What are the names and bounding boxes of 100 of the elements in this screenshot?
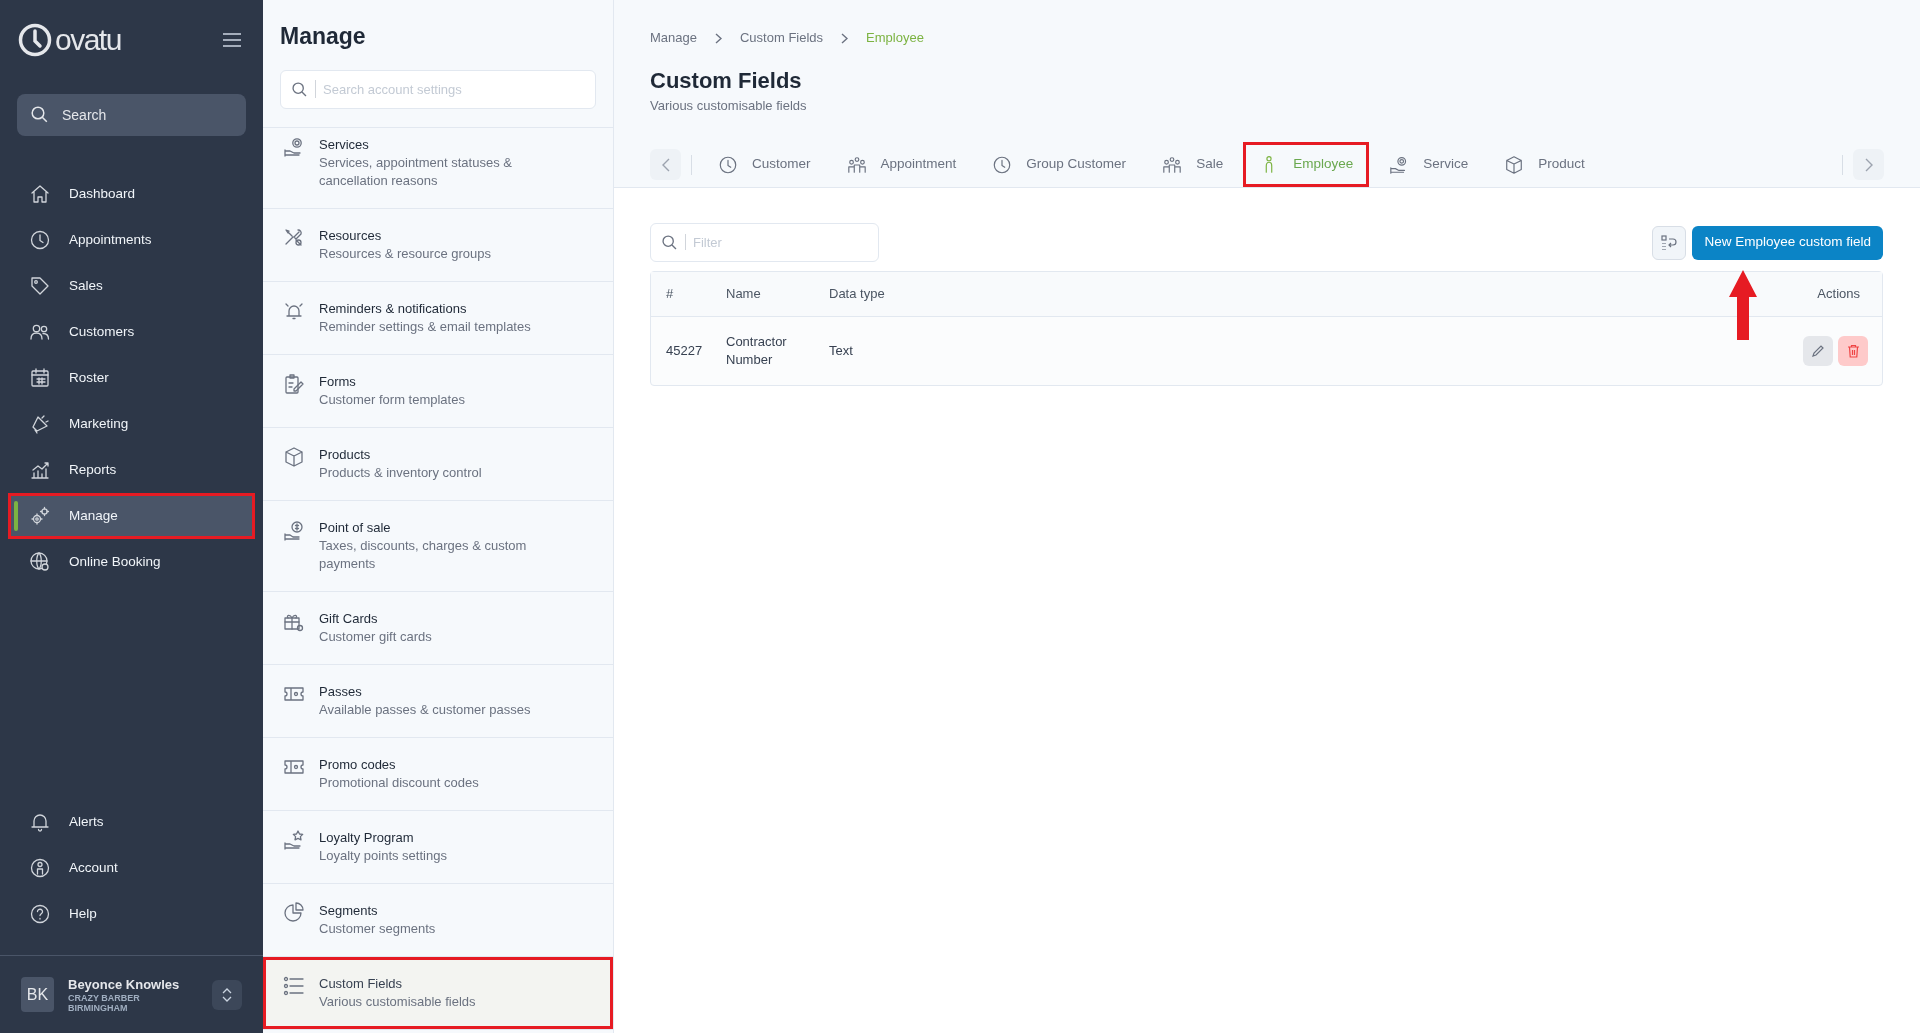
settings-item-title: Reminders & notifications bbox=[319, 300, 468, 318]
nav-item[interactable]: Dashboard bbox=[8, 171, 255, 217]
chevron-left-icon bbox=[661, 157, 670, 172]
nav-item[interactable]: Reports bbox=[8, 447, 255, 493]
settings-item-title: Point of sale bbox=[319, 519, 392, 537]
clock-icon bbox=[718, 154, 738, 175]
clock-icon bbox=[29, 229, 51, 251]
box-icon bbox=[283, 446, 305, 468]
column-header: Name bbox=[726, 286, 761, 302]
gears-icon bbox=[29, 505, 51, 527]
money-bag-icon bbox=[283, 519, 305, 541]
breadcrumb-link[interactable]: Manage bbox=[650, 28, 697, 48]
settings-item[interactable]: Custom Fields Various customisable fields bbox=[263, 957, 613, 1030]
nav-item[interactable]: Online Booking bbox=[8, 539, 255, 585]
table-cell-text: Contractor Number bbox=[726, 333, 788, 369]
settings-item-title: Loyalty Program bbox=[319, 829, 415, 847]
edit-button[interactable] bbox=[1803, 336, 1833, 366]
globe-gear-icon bbox=[29, 551, 51, 573]
search-field[interactable]: Search bbox=[17, 94, 246, 136]
settings-item[interactable]: Resources Resources & resource groups bbox=[263, 209, 613, 282]
reorder-button[interactable] bbox=[1652, 225, 1687, 260]
settings-item-title: Segments bbox=[319, 902, 379, 920]
settings-item-title: Passes bbox=[319, 683, 363, 701]
trash-icon bbox=[1846, 344, 1860, 358]
settings-item[interactable]: Point of sale Taxes, discounts, charges & custom payments bbox=[263, 501, 613, 592]
nav-item[interactable]: Marketing bbox=[8, 401, 255, 447]
nav-item[interactable]: Account bbox=[8, 845, 255, 891]
tab[interactable]: Sale bbox=[1146, 142, 1240, 187]
settings-item-description: Customer gift cards bbox=[319, 628, 433, 646]
settings-item-title: Products bbox=[319, 446, 372, 464]
settings-item-description: Various customisable fields bbox=[319, 993, 477, 1011]
settings-item-title: Custom Fields bbox=[319, 975, 404, 993]
business-name: CRAZY BARBER BIRMINGHAM bbox=[68, 992, 141, 1013]
active-indicator bbox=[14, 501, 18, 531]
chevron-right-icon bbox=[1864, 157, 1873, 172]
settings-item[interactable]: Segments Customer segments bbox=[263, 884, 613, 957]
nav-item[interactable]: Roster bbox=[8, 355, 255, 401]
table-cell-text: Text bbox=[829, 342, 854, 360]
settings-item-description: Services, appointment statuses & cancellation reasons bbox=[319, 154, 513, 190]
tab[interactable]: Group Customer bbox=[976, 142, 1143, 187]
account-switch-button[interactable] bbox=[212, 979, 242, 1010]
settings-item[interactable]: Promo codes Promotional discount codes bbox=[263, 738, 613, 811]
nav-item[interactable]: Appointments bbox=[8, 217, 255, 263]
user-avatar: BK bbox=[21, 977, 54, 1012]
tab[interactable]: Product bbox=[1488, 142, 1601, 187]
chevron-right-icon bbox=[841, 32, 849, 44]
box-icon bbox=[1504, 154, 1525, 175]
settings-item[interactable]: Products Products & inventory control bbox=[263, 428, 613, 501]
settings-item-description: Promotional discount codes bbox=[319, 774, 480, 792]
settings-item[interactable]: Reminders & notifications Reminder settings & email templates bbox=[263, 282, 613, 355]
settings-item[interactable]: Gift Cards Customer gift cards bbox=[263, 592, 613, 665]
clipboard-icon bbox=[283, 373, 305, 395]
search-icon bbox=[662, 235, 677, 250]
nav-item[interactable]: Alerts bbox=[8, 799, 255, 845]
calendar-icon bbox=[29, 367, 51, 389]
page-subtitle: Various customisable fields bbox=[650, 97, 808, 115]
settings-item-title: Resources bbox=[319, 227, 383, 245]
settings-item-description: Loyalty points settings bbox=[319, 847, 448, 865]
page-title: Custom Fields bbox=[650, 68, 803, 94]
person-circle-icon bbox=[29, 857, 51, 879]
nav-item[interactable]: Customers bbox=[8, 309, 255, 355]
chevron-up-down-icon bbox=[222, 986, 232, 1003]
clock-icon bbox=[992, 154, 1013, 175]
user-name: Beyonce Knowles bbox=[68, 976, 181, 993]
column-header: Data type bbox=[829, 286, 885, 302]
list-icon bbox=[283, 975, 305, 997]
delete-button[interactable] bbox=[1838, 336, 1868, 366]
house-icon bbox=[29, 183, 51, 205]
column-header: Actions bbox=[1817, 286, 1860, 302]
settings-item-description: Customer form templates bbox=[319, 391, 466, 409]
chevron-right-icon bbox=[715, 32, 722, 44]
logo-text: ovatu bbox=[55, 25, 121, 55]
nav-item[interactable]: Help bbox=[8, 891, 255, 937]
settings-search-field[interactable]: Search account settings bbox=[280, 70, 596, 109]
filter-field[interactable]: Filter bbox=[650, 223, 879, 262]
settings-item-title: Forms bbox=[319, 373, 357, 391]
tab[interactable]: Customer bbox=[702, 142, 827, 187]
group-icon bbox=[846, 154, 867, 175]
settings-item[interactable]: Passes Available passes & customer passes bbox=[263, 665, 613, 738]
pencil-icon bbox=[1811, 344, 1825, 358]
breadcrumb-link[interactable]: Custom Fields bbox=[740, 28, 824, 48]
group-icon bbox=[1162, 154, 1183, 175]
settings-item[interactable]: Loyalty Program Loyalty points settings bbox=[263, 811, 613, 884]
nav-item[interactable]: Sales bbox=[8, 263, 255, 309]
settings-item-description: Reminder settings & email templates bbox=[319, 318, 532, 336]
tools-icon bbox=[283, 227, 305, 249]
settings-item[interactable]: Services Services, appointment statuses & cancellation reasons bbox=[263, 128, 613, 209]
bar-chart-icon bbox=[29, 459, 51, 481]
settings-item[interactable]: Forms Customer form templates bbox=[263, 355, 613, 428]
hand-star-icon bbox=[283, 829, 305, 851]
menu-icon[interactable] bbox=[223, 33, 241, 47]
panel-title: Manage bbox=[279, 22, 367, 50]
settings-item-description: Available passes & customer passes bbox=[319, 701, 532, 719]
tab[interactable]: Service bbox=[1373, 142, 1485, 187]
table-cell-text: 45227 bbox=[666, 342, 704, 360]
new-custom-field-button[interactable]: New Employee custom field bbox=[1692, 225, 1883, 260]
tab[interactable]: Appointment bbox=[830, 142, 973, 187]
column-header: # bbox=[666, 286, 674, 302]
tag-icon bbox=[29, 275, 51, 297]
bell-icon bbox=[29, 811, 51, 833]
